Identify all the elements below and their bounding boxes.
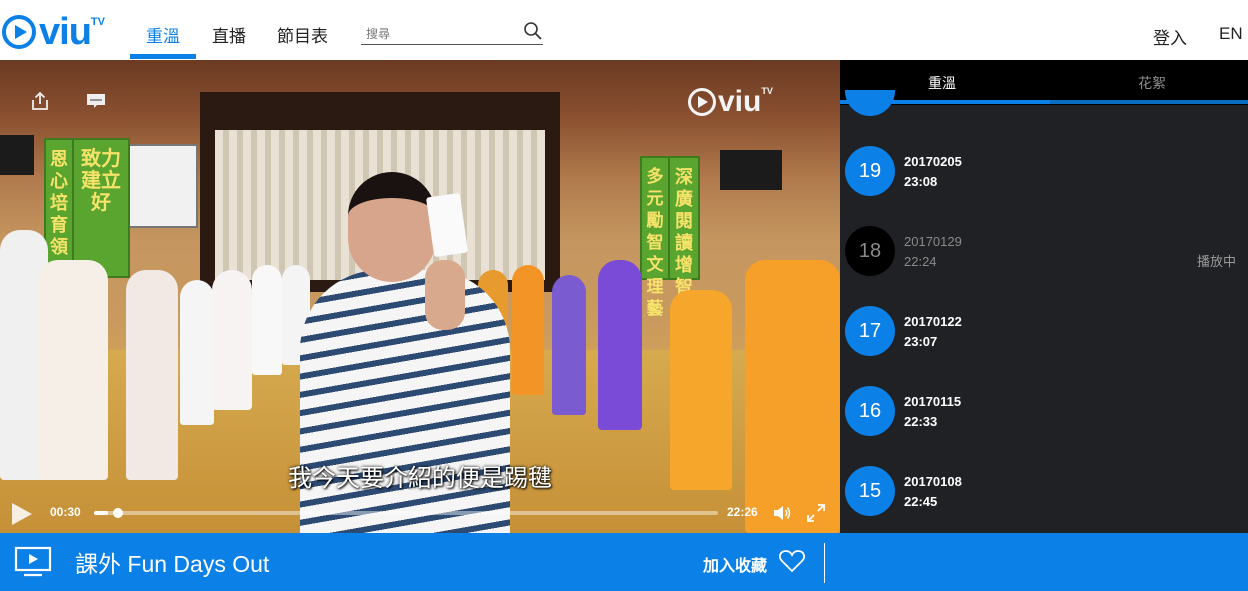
add-to-favorites-button[interactable]: 加入收藏 [703,552,767,576]
progress-fill [94,511,108,515]
video-scene-banner: 致力建立好 [72,138,130,278]
volume-icon[interactable] [772,504,792,522]
divider [824,543,825,583]
channel-watermark: viu TV [688,85,773,118]
current-time: 00:30 [50,505,81,519]
nav-item-schedule[interactable]: 節目表 [277,22,328,47]
episode-panel: 重溫 花絮 19 20170205 23:08 18 20170129 22:2… [840,60,1248,533]
logo-play-icon [2,15,36,49]
fullscreen-icon[interactable] [806,503,826,523]
episode-time: 23:07 [904,334,938,349]
episode-air-date: 20170108 22:45 [904,472,962,512]
video-scene-person [126,270,178,480]
episode-date: 20170108 [904,474,962,489]
total-time: 22:26 [727,505,758,519]
subtitle-icon[interactable] [85,90,107,112]
video-scene-person [180,280,214,425]
video-scene-person [512,265,544,395]
nav-item-replay[interactable]: 重溫 [146,22,180,47]
video-scene-speaker [0,135,34,175]
login-link[interactable]: 登入 [1153,24,1187,49]
program-info-bar: 課外 Fun Days Out 加入收藏 [0,533,1248,591]
episode-item[interactable]: 19 20170205 23:08 [840,136,1248,216]
episode-number: 16 [845,386,895,436]
episode-item[interactable]: 15 20170108 22:45 [840,456,1248,533]
watermark-suffix: TV [761,86,773,96]
player-controls: 00:30 22:26 [0,493,840,533]
episode-number: 17 [845,306,895,356]
episode-date: 20170129 [904,234,962,249]
episode-item[interactable]: 16 20170115 22:33 [840,376,1248,456]
video-scene-person [552,275,586,415]
watermark-text: viu [718,85,762,118]
episode-date: 20170205 [904,154,962,169]
search-box [361,20,543,45]
video-scene-banner: 多元勵智文理藝 [640,156,670,318]
episode-item-playing[interactable]: 18 20170129 22:24 播放中 [840,216,1248,296]
episode-time: 22:45 [904,494,938,509]
episode-air-date: 20170205 23:08 [904,152,962,192]
episode-tabs: 重溫 花絮 [840,60,1248,105]
play-icon[interactable] [4,499,36,529]
video-scene-banner: 恩心培育領 [44,138,74,278]
nav-active-underline [130,54,196,59]
video-player[interactable]: 致力建立好 恩心培育領 深廣閱讀增智 多元勵智文理藝 viu TV 我今天要介紹… [0,60,840,533]
watermark-play-icon [688,88,716,116]
share-icon[interactable] [29,90,51,112]
search-input[interactable] [361,20,511,42]
tv-icon [14,546,52,577]
video-scene-person [38,260,108,480]
video-scene-person [252,265,282,375]
heart-icon[interactable] [778,547,806,575]
program-title: 課外 Fun Days Out [75,551,270,577]
viutv-logo[interactable]: viu TV [0,12,130,52]
video-scene-speaker [720,150,782,190]
logo-text: viu [39,11,92,53]
now-playing-label: 播放中 [1196,254,1236,269]
episode-time: 22:24 [904,254,937,269]
language-toggle[interactable]: EN [1219,24,1243,44]
episode-air-date: 20170129 22:24 [904,232,962,272]
episode-date: 20170122 [904,314,962,329]
episode-number: 18 [845,226,895,276]
tab-behind-the-scenes[interactable]: 花絮 [1050,73,1248,93]
nav-item-live[interactable]: 直播 [212,22,246,47]
progress-bar[interactable] [94,508,718,518]
video-scene-host-head [348,172,436,282]
episode-partial-badge [845,90,895,116]
episode-item[interactable]: 17 20170122 23:07 [840,296,1248,376]
video-scene-person [212,270,252,410]
progress-handle[interactable] [112,508,123,518]
video-scene-person [598,260,642,430]
logo-suffix: TV [90,16,105,28]
header: viu TV 重溫 直播 節目表 登入 EN [0,0,1248,60]
video-subtitle: 我今天要介紹的便是踢毽 [288,464,552,492]
episode-date: 20170115 [904,394,962,409]
episode-number: 15 [845,466,895,516]
tab-underline [1050,100,1248,104]
episode-air-date: 20170115 22:33 [904,392,961,432]
episode-time: 22:33 [904,414,938,429]
video-scene-hand [425,260,465,330]
episode-time: 23:08 [904,174,938,189]
video-scene-banner: 深廣閱讀增智 [668,156,700,297]
episode-number: 19 [845,146,895,196]
search-icon[interactable] [523,21,543,41]
episode-air-date: 20170122 23:07 [904,312,962,352]
